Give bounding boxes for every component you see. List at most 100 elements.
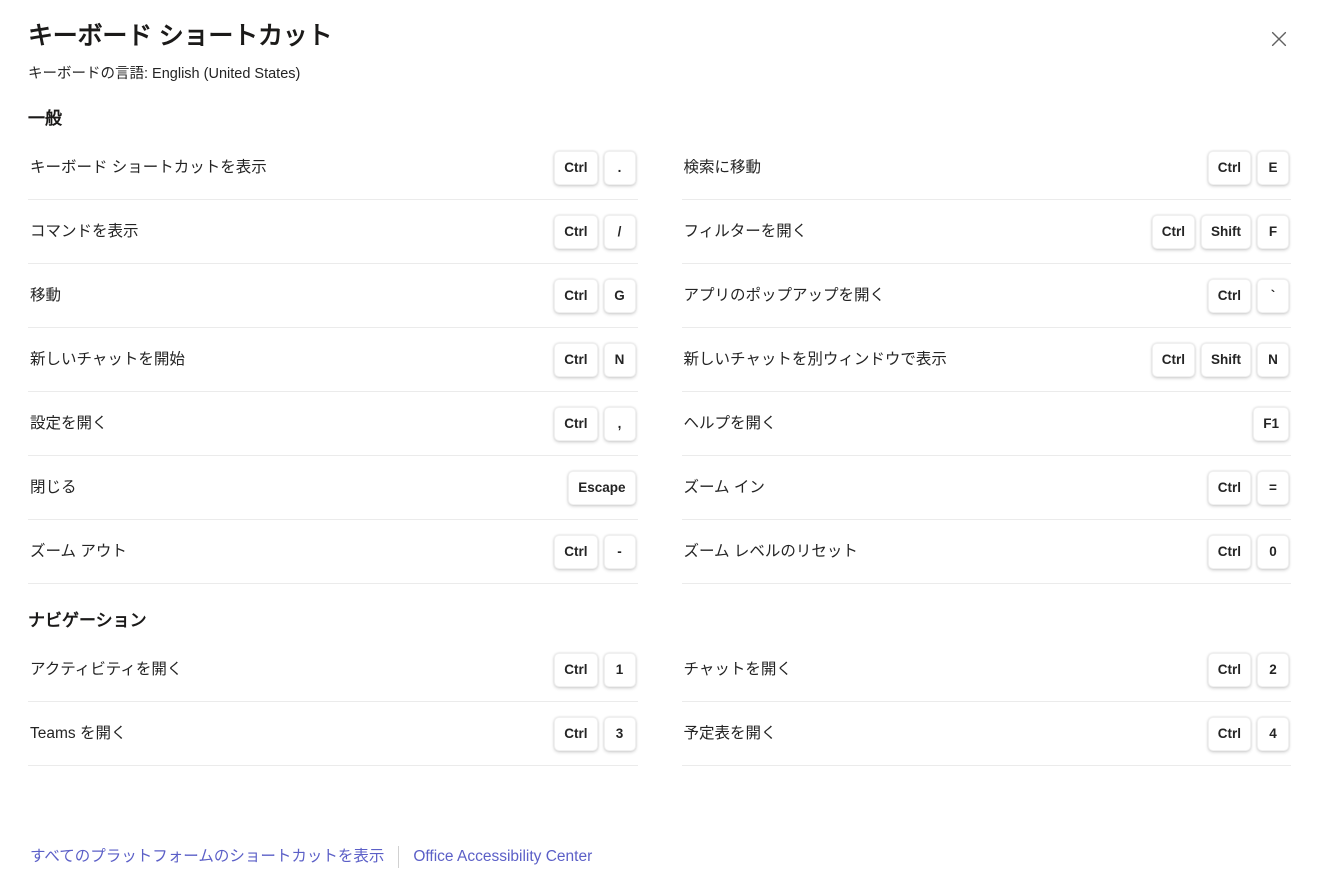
key-chip: Ctrl [554, 534, 598, 569]
shortcut-row: 新しいチャットを別ウィンドウで表示 Ctrl Shift N [681, 328, 1291, 392]
key-chip: Ctrl [554, 150, 598, 185]
shortcut-row: ヘルプを開く F1 [681, 392, 1291, 456]
shortcut-row: 閉じる Escape [28, 456, 638, 520]
shortcut-label: 設定を開く [30, 414, 108, 432]
shortcut-label: 閉じる [30, 478, 77, 496]
shortcut-row: ズーム レベルのリセット Ctrl 0 [681, 520, 1291, 584]
shortcut-keys: Ctrl ` [1207, 278, 1289, 313]
shortcut-section: 一般キーボード ショートカットを表示 Ctrl. コマンドを表示 Ctrl / 移動 Ctr… [28, 108, 1291, 584]
keyboard-shortcuts-dialog: キーボード ショートカット キーボードの言語: English (United … [0, 0, 1319, 888]
shortcut-row: キーボード ショートカットを表示 Ctrl. [28, 136, 638, 200]
shortcut-grid: アクティビティを開く Ctrl 1 Teams を開く Ctrl 3 チャットを開く Ctrl… [28, 638, 1291, 766]
key-chip: Ctrl [554, 406, 598, 441]
shortcut-keys: Ctrl 4 [1207, 716, 1289, 751]
key-chip: 0 [1257, 534, 1289, 569]
close-icon [1269, 29, 1289, 52]
shortcut-label: アプリのポップアップを開く [683, 286, 886, 304]
key-chip: Ctrl [554, 214, 598, 249]
shortcut-label: ズーム イン [683, 478, 765, 496]
shortcut-row: 予定表を開く Ctrl 4 [681, 702, 1291, 766]
footer-divider [398, 846, 400, 868]
key-chip: Ctrl [1151, 214, 1195, 249]
shortcut-label: チャットを開く [683, 660, 792, 678]
shortcut-column-right: チャットを開く Ctrl 2 予定表を開く Ctrl 4 [681, 638, 1291, 766]
shortcut-row: 設定を開く Ctrl, [28, 392, 638, 456]
key-chip: N [603, 342, 636, 377]
shortcut-row: ズーム イン Ctrl = [681, 456, 1291, 520]
key-chip: Shift [1201, 214, 1251, 249]
key-chip: Shift [1201, 342, 1251, 377]
shortcut-keys: Ctrl 2 [1207, 652, 1289, 687]
shortcut-label: フィルターを開く [683, 222, 808, 240]
shortcut-label: 移動 [30, 286, 62, 304]
key-chip: G [603, 278, 636, 313]
key-chip: F1 [1253, 406, 1289, 441]
key-chip: Ctrl [554, 342, 598, 377]
shortcut-column-left: アクティビティを開く Ctrl 1 Teams を開く Ctrl 3 [28, 638, 638, 766]
key-chip: Ctrl [1207, 278, 1251, 313]
shortcut-row: 新しいチャットを開始 Ctrl N [28, 328, 638, 392]
dialog-header: キーボード ショートカット キーボードの言語: English (United … [28, 0, 1291, 84]
key-chip: 2 [1257, 652, 1289, 687]
key-chip: Escape [568, 470, 636, 505]
shortcut-keys: Ctrl N [554, 342, 636, 377]
shortcut-row: 検索に移動 Ctrl E [681, 136, 1291, 200]
shortcut-row: Teams を開く Ctrl 3 [28, 702, 638, 766]
key-chip: Ctrl [554, 716, 598, 751]
shortcut-keys: Escape [568, 470, 636, 505]
shortcut-keys: Ctrl 3 [554, 716, 636, 751]
shortcut-keys: Ctrl - [554, 534, 636, 569]
shortcut-label: 検索に移動 [683, 158, 762, 176]
shortcut-row: チャットを開く Ctrl 2 [681, 638, 1291, 702]
shortcut-row: アプリのポップアップを開く Ctrl ` [681, 264, 1291, 328]
shortcut-keys: Ctrl, [554, 406, 636, 441]
shortcut-keys: Ctrl 1 [554, 652, 636, 687]
dialog-footer: すべてのプラットフォームのショートカットを表示 Office Accessibi… [28, 832, 1291, 888]
key-chip: 4 [1257, 716, 1289, 751]
key-chip: / [603, 214, 636, 249]
key-chip: Ctrl [1207, 652, 1251, 687]
key-chip: Ctrl [1207, 716, 1251, 751]
shortcut-section: ナビゲーション アクティビティを開く Ctrl 1 Teams を開く Ctrl 3 チャット… [28, 610, 1291, 766]
shortcut-label: キーボード ショートカットを表示 [30, 158, 267, 176]
key-chip: E [1257, 150, 1289, 185]
shortcut-sections: 一般キーボード ショートカットを表示 Ctrl. コマンドを表示 Ctrl / 移動 Ctr… [28, 84, 1291, 766]
shortcut-label: Teams を開く [30, 724, 127, 742]
key-chip: Ctrl [554, 278, 598, 313]
page-title: キーボード ショートカット [28, 22, 333, 50]
shortcut-keys: Ctrl Shift F [1151, 214, 1289, 249]
shortcut-keys: Ctrl G [554, 278, 636, 313]
key-chip: F [1257, 214, 1289, 249]
key-chip: = [1257, 470, 1289, 505]
key-chip: Ctrl [1207, 470, 1251, 505]
section-title: 一般 [28, 109, 62, 128]
all-platforms-shortcuts-link[interactable]: すべてのプラットフォームのショートカットを表示 [30, 846, 384, 868]
section-title: ナビゲーション [28, 611, 147, 630]
key-chip: ` [1257, 278, 1289, 313]
shortcut-row: ズーム アウト Ctrl - [28, 520, 638, 584]
shortcut-label: 新しいチャットを開始 [30, 350, 185, 368]
shortcut-keys: F1 [1253, 406, 1289, 441]
key-chip: - [603, 534, 636, 569]
close-button[interactable] [1261, 22, 1297, 58]
shortcut-label: 新しいチャットを別ウィンドウで表示 [683, 350, 947, 368]
key-chip: 3 [603, 716, 636, 751]
shortcut-column-left: キーボード ショートカットを表示 Ctrl. コマンドを表示 Ctrl / 移動 Ctrl G… [28, 136, 638, 584]
keyboard-language-text: キーボードの言語: English (United States) [28, 66, 301, 82]
shortcut-column-right: 検索に移動 Ctrl E フィルターを開く Ctrl Shift F アプリのポップアップを開… [681, 136, 1291, 584]
key-chip: 1 [603, 652, 636, 687]
shortcut-keys: Ctrl / [554, 214, 636, 249]
shortcut-grid: キーボード ショートカットを表示 Ctrl. コマンドを表示 Ctrl / 移動 Ctrl G… [28, 136, 1291, 584]
shortcut-keys: Ctrl = [1207, 470, 1289, 505]
key-chip: N [1257, 342, 1289, 377]
office-accessibility-center-link[interactable]: Office Accessibility Center [413, 846, 592, 868]
shortcut-row: コマンドを表示 Ctrl / [28, 200, 638, 264]
key-chip: , [603, 406, 636, 441]
shortcut-label: 予定表を開く [683, 724, 777, 742]
key-chip: Ctrl [554, 652, 598, 687]
shortcut-row: アクティビティを開く Ctrl 1 [28, 638, 638, 702]
shortcut-label: ズーム レベルのリセット [683, 542, 858, 560]
shortcut-label: アクティビティを開く [30, 660, 183, 678]
shortcut-keys: Ctrl. [554, 150, 636, 185]
shortcut-row: フィルターを開く Ctrl Shift F [681, 200, 1291, 264]
